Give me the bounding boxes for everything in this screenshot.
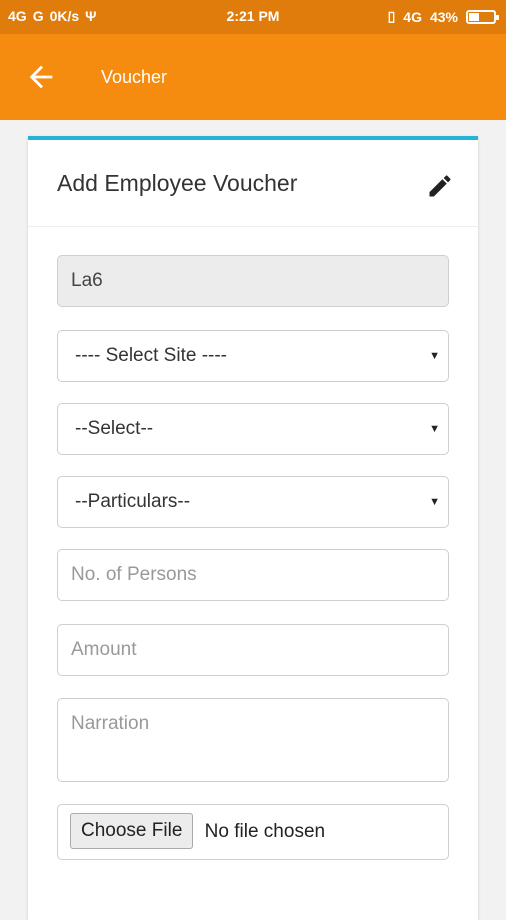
file-status-text: No file chosen (204, 821, 326, 842)
persons-input[interactable]: No. of Persons (57, 549, 449, 601)
particulars-select-value: --Particulars-- (75, 491, 191, 512)
status-bar: 4G G 0K/s Ψ 2:21 PM ▯ 4G 43% (0, 0, 506, 34)
site-select[interactable]: ---- Select Site ---- ▼ (57, 330, 449, 382)
site-select-value: ---- Select Site ---- (75, 345, 227, 366)
dropdown-caret-icon: ▼ (429, 350, 440, 362)
dropdown-caret-icon: ▼ (429, 423, 440, 435)
back-arrow-icon[interactable] (24, 60, 58, 94)
employee-field[interactable]: La6 (57, 255, 449, 307)
status-right: ▯ 4G 43% (387, 8, 499, 25)
dropdown-caret-icon: ▼ (429, 496, 440, 508)
voucher-card: Add Employee Voucher La6 ---- Select Sit… (28, 136, 478, 920)
card-title: Add Employee Voucher (57, 170, 298, 196)
vibrate-icon: ▯ (387, 8, 396, 24)
amount-input[interactable]: Amount (57, 624, 449, 676)
category-select[interactable]: --Select-- ▼ (57, 403, 449, 455)
card-header: Add Employee Voucher (28, 140, 478, 227)
choose-file-button[interactable]: Choose File (70, 812, 194, 849)
app-toolbar: Voucher (0, 34, 506, 120)
battery-percent: 43% (429, 8, 458, 25)
toolbar-title: Voucher (101, 67, 168, 87)
particulars-select[interactable]: --Particulars-- ▼ (57, 476, 449, 528)
file-upload-field: Choose File No file chosen (57, 804, 449, 860)
category-select-value: --Select-- (75, 418, 154, 439)
battery-icon (466, 9, 499, 24)
lte-indicator: 4G (403, 8, 422, 25)
narration-textarea[interactable]: Narration (57, 698, 449, 782)
edit-pencil-icon[interactable] (426, 172, 454, 200)
